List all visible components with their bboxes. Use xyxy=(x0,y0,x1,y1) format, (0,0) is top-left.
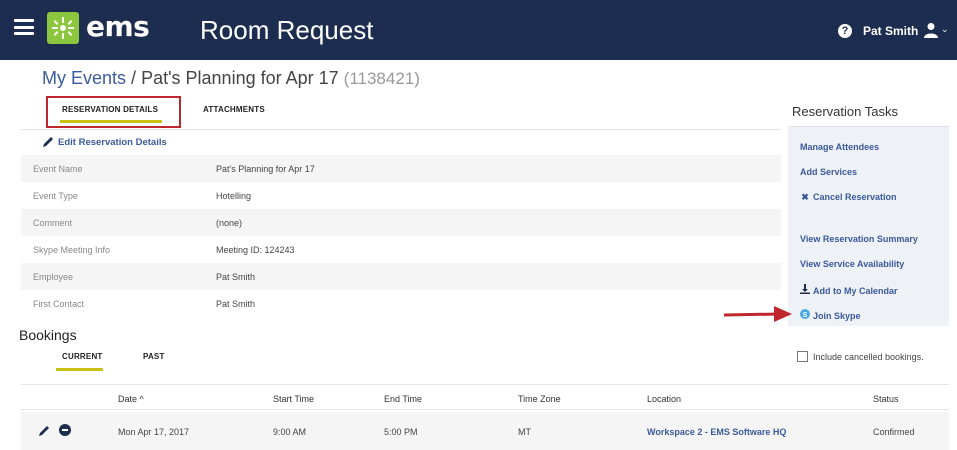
top-navbar: ems Room Request ? Pat Smith ⌄ xyxy=(0,0,957,60)
pencil-icon[interactable] xyxy=(39,425,50,436)
detail-row-event-type: Event Type Hotelling xyxy=(21,182,781,209)
page-title: Pat's Planning for Apr 17 xyxy=(141,68,339,88)
detail-row-skype-meeting-info: Skype Meeting Info Meeting ID: 124243 xyxy=(21,236,781,263)
table-header: Date ^ Start Time End Time Time Zone Loc… xyxy=(21,384,949,410)
user-icon[interactable] xyxy=(924,22,938,38)
reservation-tasks-title: Reservation Tasks xyxy=(792,104,898,119)
breadcrumb-separator: / xyxy=(131,68,137,88)
cancel-booking-icon[interactable] xyxy=(59,424,71,436)
active-tab-indicator xyxy=(56,368,103,371)
column-header-start-time: Start Time xyxy=(273,394,315,404)
detail-row-first-contact: First Contact Pat Smith xyxy=(21,290,781,317)
column-header-date[interactable]: Date ^ xyxy=(118,394,144,404)
detail-label: First Contact xyxy=(33,299,85,309)
download-icon xyxy=(800,284,810,296)
detail-value: Meeting ID: 124243 xyxy=(216,245,295,255)
task-join-skype[interactable]: S Join Skype xyxy=(800,309,861,321)
skype-icon: S xyxy=(800,309,810,321)
column-header-status: Status xyxy=(873,394,899,404)
breadcrumb: My Events / Pat's Planning for Apr 17 (1… xyxy=(42,68,420,89)
task-label: Join Skype xyxy=(813,311,861,321)
reservation-tasks-panel: Manage Attendees Add Services ✖ Cancel Re… xyxy=(788,126,949,326)
task-manage-attendees[interactable]: Manage Attendees xyxy=(800,142,879,152)
detail-label: Comment xyxy=(33,218,73,228)
include-cancelled-label: Include cancelled bookings. xyxy=(813,352,924,362)
detail-label: Event Type xyxy=(33,191,78,201)
logo-text[interactable]: ems xyxy=(86,10,150,43)
task-add-services[interactable]: Add Services xyxy=(800,167,857,177)
detail-value: Hotelling xyxy=(216,191,252,201)
detail-row-comment: Comment (none) xyxy=(21,209,781,236)
booking-location-link[interactable]: Workspace 2 - EMS Software HQ xyxy=(647,427,786,437)
booking-status: Confirmed xyxy=(873,427,915,437)
ems-logo-icon[interactable] xyxy=(47,12,79,44)
chevron-down-icon[interactable]: ⌄ xyxy=(941,24,949,35)
task-view-reservation-summary[interactable]: View Reservation Summary xyxy=(800,234,918,244)
pencil-icon xyxy=(43,137,53,147)
include-cancelled-checkbox[interactable]: Include cancelled bookings. xyxy=(797,351,924,362)
column-header-time-zone: Time Zone xyxy=(518,394,561,404)
booking-date: Mon Apr 17, 2017 xyxy=(118,427,190,437)
column-header-location: Location xyxy=(647,394,682,404)
detail-row-event-name: Event Name Pat's Planning for Apr 17 xyxy=(21,155,781,182)
detail-value: Pat's Planning for Apr 17 xyxy=(216,164,315,174)
annotation-arrow-icon xyxy=(723,306,792,322)
detail-tabs: RESERVATION DETAILS ATTACHMENTS xyxy=(42,94,784,128)
hamburger-menu-icon[interactable] xyxy=(14,19,34,35)
app-title: Room Request xyxy=(200,15,374,45)
table-row: Mon Apr 17, 2017 9:00 AM 5:00 PM MT Work… xyxy=(21,412,949,450)
tab-attachments[interactable]: ATTACHMENTS xyxy=(203,105,265,114)
detail-label: Event Name xyxy=(33,164,83,174)
detail-value: (none) xyxy=(216,218,243,228)
task-add-to-my-calendar[interactable]: Add to My Calendar xyxy=(800,284,898,296)
task-view-service-availability[interactable]: View Service Availability xyxy=(800,259,904,269)
detail-row-employee: Employee Pat Smith xyxy=(21,263,781,290)
checkbox-box[interactable] xyxy=(797,351,808,362)
edit-reservation-details-link[interactable]: Edit Reservation Details xyxy=(43,136,167,148)
close-icon: ✖ xyxy=(801,192,809,202)
detail-label: Skype Meeting Info xyxy=(33,245,111,255)
booking-end-time: 5:00 PM xyxy=(384,427,418,437)
help-icon[interactable]: ? xyxy=(838,24,852,38)
detail-value: Pat Smith xyxy=(216,299,256,309)
booking-time-zone: MT xyxy=(518,427,531,437)
task-label: Add to My Calendar xyxy=(813,286,898,296)
event-id: (1138421) xyxy=(343,69,420,88)
edit-reservation-details-label: Edit Reservation Details xyxy=(58,137,167,148)
tab-reservation-details[interactable]: RESERVATION DETAILS xyxy=(62,105,158,114)
task-cancel-reservation[interactable]: ✖ Cancel Reservation xyxy=(800,192,897,203)
detail-label: Employee xyxy=(33,272,74,282)
column-header-end-time: End Time xyxy=(384,394,423,404)
booking-start-time: 9:00 AM xyxy=(273,427,307,437)
tab-past[interactable]: PAST xyxy=(143,352,165,361)
active-tab-indicator xyxy=(60,120,162,123)
task-label: Cancel Reservation xyxy=(813,192,897,202)
user-name[interactable]: Pat Smith xyxy=(863,24,918,38)
detail-value: Pat Smith xyxy=(216,272,256,282)
svg-text:S: S xyxy=(803,312,808,319)
tab-current[interactable]: CURRENT xyxy=(62,352,103,361)
reservation-details-panel: Edit Reservation Details Event Name Pat'… xyxy=(21,129,781,317)
bookings-title: Bookings xyxy=(19,327,77,343)
breadcrumb-my-events[interactable]: My Events xyxy=(42,68,126,88)
